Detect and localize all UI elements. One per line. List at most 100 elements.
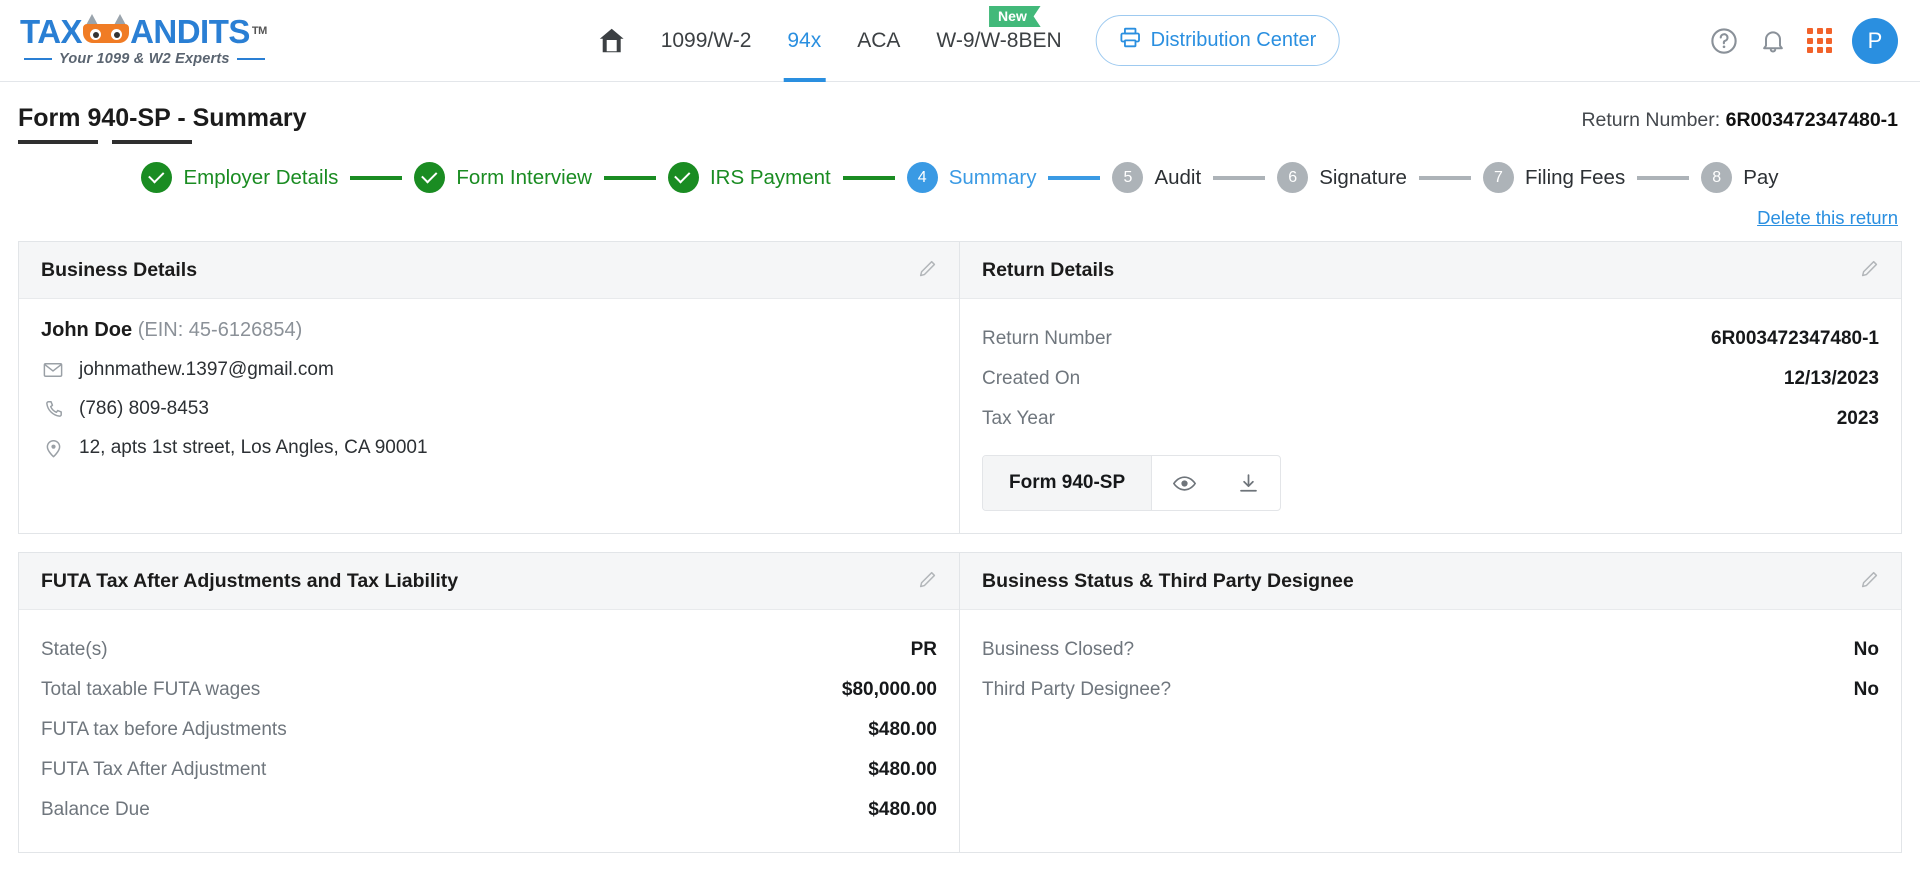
futa-before-adj-row: FUTA tax before Adjustments $480.00 — [41, 710, 937, 750]
business-closed-label: Business Closed? — [982, 639, 1135, 660]
step-irs-payment[interactable]: IRS Payment — [667, 162, 831, 193]
pencil-icon[interactable] — [1859, 568, 1881, 595]
return-number-label: Return Number: — [1581, 109, 1721, 131]
third-party-designee-value: No — [1853, 679, 1879, 700]
return-number-value: 6R003472347480-1 — [1725, 109, 1898, 131]
card-row-2: FUTA Tax After Adjustments and Tax Liabi… — [18, 552, 1902, 853]
futa-wages-row: Total taxable FUTA wages $80,000.00 — [41, 670, 937, 710]
taxbandits-logo[interactable]: TAX ANDITS TM Your 1099 & W2 Experts — [20, 12, 270, 67]
logo-tagline-row: Your 1099 & W2 Experts — [20, 51, 270, 67]
delete-this-return-link[interactable]: Delete this return — [1757, 207, 1898, 228]
return-details-body: Return Number 6R003472347480-1 Created O… — [960, 299, 1901, 533]
nav-item-94x[interactable]: 94x — [769, 0, 839, 82]
phone-icon — [41, 399, 65, 420]
trademark-symbol: TM — [251, 24, 267, 37]
pencil-icon[interactable] — [917, 257, 939, 284]
tax-year-value: 2023 — [1836, 408, 1879, 429]
delete-return-row: Delete this return — [0, 199, 1920, 229]
nav-item-w9-w8ben-wrapper: New W-9/W-8BEN — [918, 0, 1079, 82]
logo-text-bandits: ANDITS — [130, 12, 250, 50]
created-on-row: Created On 12/13/2023 — [982, 359, 1879, 399]
business-details-title: Business Details — [41, 258, 198, 281]
nav-item-w9-w8ben[interactable]: W-9/W-8BEN — [918, 0, 1079, 82]
bell-icon[interactable] — [1759, 27, 1787, 55]
business-status-body: Business Closed? No Third Party Designee… — [960, 610, 1901, 732]
third-party-designee-label: Third Party Designee? — [982, 679, 1172, 700]
futa-tax-header: FUTA Tax After Adjustments and Tax Liabi… — [19, 553, 959, 610]
business-name-row: John Doe (EIN: 45-6126854) — [41, 319, 937, 342]
futa-before-adj-label: FUTA tax before Adjustments — [41, 719, 287, 740]
business-status-header: Business Status & Third Party Designee — [960, 553, 1901, 610]
step-connector-7 — [1637, 175, 1690, 180]
step-bullet-3 — [667, 162, 699, 193]
avatar[interactable]: P — [1852, 17, 1898, 64]
download-icon[interactable] — [1217, 456, 1280, 510]
return-number-value: 6R003472347480-1 — [1711, 328, 1879, 349]
step-summary[interactable]: 4 Summary — [906, 162, 1036, 193]
step-bullet-4: 4 — [906, 162, 938, 193]
step-connector-2 — [603, 175, 656, 180]
distribution-center-label: Distribution Center — [1150, 29, 1317, 51]
eye-icon[interactable] — [1152, 456, 1217, 510]
futa-wages-value: $80,000.00 — [841, 679, 937, 700]
home-icon[interactable] — [581, 26, 643, 56]
business-phone: (786) 809-8453 — [79, 398, 209, 419]
top-navigation-bar: TAX ANDITS TM Your 1099 & W2 Experts 109 — [0, 0, 1920, 82]
main-nav: 1099/W-2 94x ACA New W-9/W-8BEN Distribu… — [581, 0, 1340, 82]
logo-text-tax: TAX — [20, 12, 83, 50]
card-row-1: Business Details John Doe (EIN: 45-61268… — [18, 241, 1902, 534]
futa-states-value: PR — [910, 639, 937, 660]
step-connector-6 — [1418, 175, 1471, 180]
grid-apps-icon[interactable] — [1807, 28, 1832, 53]
location-pin-icon — [41, 438, 65, 459]
step-pay[interactable]: 8 Pay — [1701, 162, 1779, 193]
step-filing-fees[interactable]: 7 Filing Fees — [1482, 162, 1625, 193]
futa-after-adj-row: FUTA Tax After Adjustment $480.00 — [41, 750, 937, 790]
return-details-card: Return Details Return Number 6R003472347… — [960, 242, 1901, 533]
step-bullet-8: 8 — [1701, 162, 1733, 193]
business-details-card: Business Details John Doe (EIN: 45-61268… — [19, 242, 960, 533]
futa-states-label: State(s) — [41, 639, 108, 660]
futa-balance-due-row: Balance Due $480.00 — [41, 790, 937, 830]
printer-icon — [1119, 26, 1142, 55]
business-email-row: johnmathew.1397@gmail.com — [41, 359, 937, 381]
step-audit[interactable]: 5 Audit — [1112, 162, 1201, 193]
step-form-interview[interactable]: Form Interview — [414, 162, 592, 193]
business-status-title: Business Status & Third Party Designee — [982, 569, 1354, 592]
pencil-icon[interactable] — [1859, 257, 1881, 284]
business-details-body: John Doe (EIN: 45-6126854) johnmathew.13… — [19, 299, 959, 481]
step-signature[interactable]: 6 Signature — [1277, 162, 1407, 193]
tagline-rule-right — [236, 57, 265, 60]
tax-year-row: Tax Year 2023 — [982, 399, 1879, 439]
third-party-designee-row: Third Party Designee? No — [982, 670, 1879, 710]
business-address-row: 12, apts 1st street, Los Angles, CA 9000… — [41, 437, 937, 459]
logo-tagline: Your 1099 & W2 Experts — [59, 50, 230, 67]
distribution-center-button[interactable]: Distribution Center — [1095, 15, 1340, 66]
tagline-rule-left — [24, 57, 52, 60]
step-bullet-6: 6 — [1277, 162, 1309, 193]
progress-stepper: Employer Details Form Interview IRS Paym… — [0, 144, 1920, 199]
step-employer-details[interactable]: Employer Details — [141, 162, 338, 193]
futa-balance-due-label: Balance Due — [41, 799, 150, 820]
return-number-label: Return Number — [982, 328, 1112, 349]
title-underline-decoration — [0, 133, 1920, 144]
business-name: John Doe — [41, 319, 133, 341]
futa-wages-label: Total taxable FUTA wages — [41, 679, 261, 700]
nav-item-1099-w2[interactable]: 1099/W-2 — [643, 0, 770, 82]
nav-right-actions: P — [1709, 17, 1898, 64]
page-title: Form 940-SP - Summary — [18, 104, 307, 132]
business-ein: (EIN: 45-6126854) — [137, 319, 303, 341]
question-circle-icon[interactable] — [1709, 26, 1739, 56]
pencil-icon[interactable] — [917, 568, 939, 595]
business-closed-value: No — [1853, 639, 1879, 660]
bandit-mask-icon — [83, 14, 130, 44]
business-details-header: Business Details — [19, 242, 959, 299]
step-label-2: Form Interview — [456, 165, 592, 189]
return-details-header: Return Details — [960, 242, 1901, 299]
step-connector-4 — [1048, 175, 1101, 180]
return-details-title: Return Details — [982, 258, 1115, 281]
step-bullet-7: 7 — [1482, 162, 1514, 193]
created-on-label: Created On — [982, 368, 1081, 389]
nav-item-aca[interactable]: ACA — [839, 0, 918, 82]
underline-segment-2 — [112, 140, 192, 144]
